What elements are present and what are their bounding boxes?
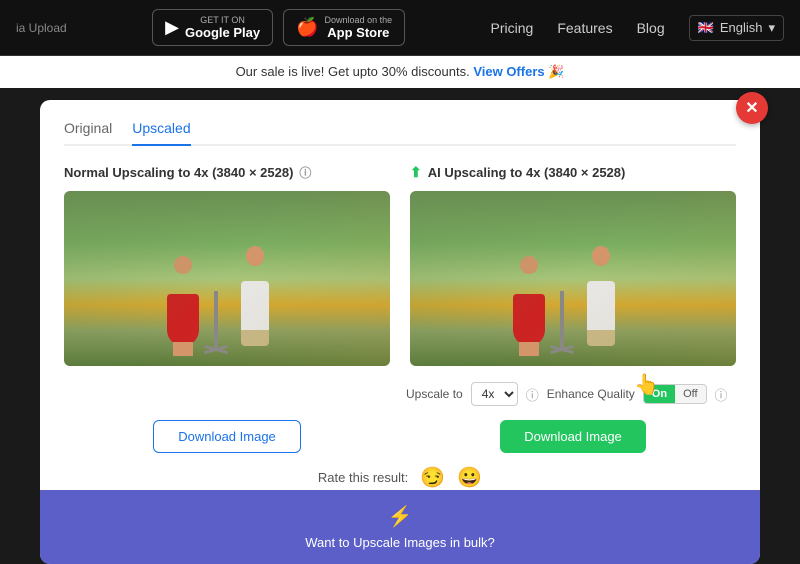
- bulk-text: Want to Upscale Images in bulk?: [305, 535, 495, 550]
- google-play-button[interactable]: ▶ GET IT ON Google Play: [152, 9, 273, 46]
- quality-label: Enhance Quality: [547, 387, 635, 401]
- normal-panel-title: Normal Upscaling to 4x (3840 × 2528) ⓘ: [64, 164, 390, 181]
- comparison-panels: Normal Upscaling to 4x (3840 × 2528) ⓘ: [64, 164, 736, 366]
- nav-features[interactable]: Features: [557, 20, 612, 36]
- download-normal-button[interactable]: Download Image: [153, 420, 301, 453]
- download-row: Download Image Download Image: [64, 420, 736, 453]
- upscale-label: Upscale to: [406, 387, 463, 401]
- bulk-icon: ⚡: [388, 504, 413, 529]
- girl-head: [174, 256, 192, 274]
- ai-girl-dress: [513, 294, 545, 346]
- girl-dress: [167, 294, 199, 346]
- toggle-on-option[interactable]: On: [644, 385, 675, 403]
- nav-blog[interactable]: Blog: [637, 20, 665, 36]
- kid-girl-figure: [162, 256, 204, 346]
- rating-row: Rate this result: 😏 😀: [64, 465, 736, 490]
- ai-boy-body: [587, 281, 615, 336]
- normal-panel: Normal Upscaling to 4x (3840 × 2528) ⓘ: [64, 164, 390, 366]
- kid-boy-figure: [234, 246, 276, 346]
- normal-image: [64, 191, 390, 366]
- tripod-figure: [214, 291, 218, 351]
- close-button[interactable]: ✕: [736, 92, 768, 124]
- ai-boy-head: [592, 246, 610, 266]
- view-offers-link[interactable]: View Offers: [473, 64, 544, 79]
- controls-row: Upscale to 4x 2x 8x ⓘ Enhance Quality On…: [64, 382, 736, 406]
- store-buttons: ▶ GET IT ON Google Play 🍎 Download on th…: [152, 9, 405, 46]
- header-nav: Pricing Features Blog 🇬🇧 English ▾: [491, 15, 784, 41]
- photo-background: [64, 191, 390, 366]
- header: ia Upload ▶ GET IT ON Google Play 🍎 Down…: [0, 0, 800, 56]
- download-right: Download Image: [410, 420, 736, 453]
- ai-boy-pants: [587, 330, 615, 346]
- quality-toggle[interactable]: On Off: [643, 384, 707, 404]
- tab-title: ia Upload: [16, 21, 67, 35]
- normal-info-icon[interactable]: ⓘ: [299, 164, 311, 181]
- ai-panel: ⬆ AI Upscaling to 4x (3840 × 2528): [410, 164, 736, 366]
- boy-head: [246, 246, 264, 266]
- sale-text: Our sale is live! Get upto 30% discounts…: [236, 64, 470, 79]
- google-play-icon: ▶: [165, 17, 179, 38]
- nav-pricing[interactable]: Pricing: [491, 20, 534, 36]
- apple-icon: 🍎: [296, 17, 318, 38]
- quality-info-icon[interactable]: ⓘ: [715, 385, 728, 404]
- right-controls: Upscale to 4x 2x 8x ⓘ Enhance Quality On…: [406, 382, 736, 406]
- app-store-button[interactable]: 🍎 Download on the App Store: [283, 9, 405, 46]
- chevron-down-icon: ▾: [768, 20, 775, 36]
- google-play-text: GET IT ON Google Play: [185, 15, 260, 40]
- tab-upscaled[interactable]: Upscaled: [132, 120, 190, 146]
- tabs: Original Upscaled: [64, 120, 736, 146]
- flag-icon: 🇬🇧: [698, 20, 714, 36]
- toggle-off-option[interactable]: Off: [675, 385, 705, 403]
- tab-original[interactable]: Original: [64, 120, 112, 146]
- ai-girl-head: [520, 256, 538, 274]
- ai-image: [410, 191, 736, 366]
- ai-kid-boy-figure: [580, 246, 622, 346]
- ai-kid-girl-figure: [508, 256, 550, 346]
- app-store-text: Download on the App Store: [325, 15, 393, 40]
- ai-photo-background: [410, 191, 736, 366]
- ai-tripod-figure: [560, 291, 564, 351]
- lang-label: English: [720, 20, 763, 35]
- tab-title-text: ia Upload: [16, 21, 67, 35]
- download-left: Download Image: [64, 420, 390, 453]
- bulk-banner: ⚡ Want to Upscale Images in bulk?: [40, 490, 760, 564]
- rating-good-button[interactable]: 😀: [457, 465, 482, 490]
- language-selector[interactable]: 🇬🇧 English ▾: [689, 15, 784, 41]
- download-ai-button[interactable]: Download Image: [500, 420, 646, 453]
- boy-pants: [241, 330, 269, 346]
- sale-emoji: 🎉: [548, 64, 564, 79]
- ai-panel-title: ⬆ AI Upscaling to 4x (3840 × 2528): [410, 164, 736, 181]
- upscale-select[interactable]: 4x 2x 8x: [471, 382, 518, 406]
- ai-girl-legs: [519, 342, 539, 356]
- sale-banner: Our sale is live! Get upto 30% discounts…: [0, 56, 800, 88]
- rating-label: Rate this result:: [318, 470, 408, 485]
- upscale-info-icon[interactable]: ⓘ: [526, 385, 539, 404]
- rating-bad-button[interactable]: 😏: [420, 465, 445, 490]
- main-card: ✕ Original Upscaled Normal Upscaling to …: [40, 100, 760, 564]
- ai-upscale-icon: ⬆: [410, 164, 422, 181]
- boy-body: [241, 281, 269, 336]
- girl-legs: [173, 342, 193, 356]
